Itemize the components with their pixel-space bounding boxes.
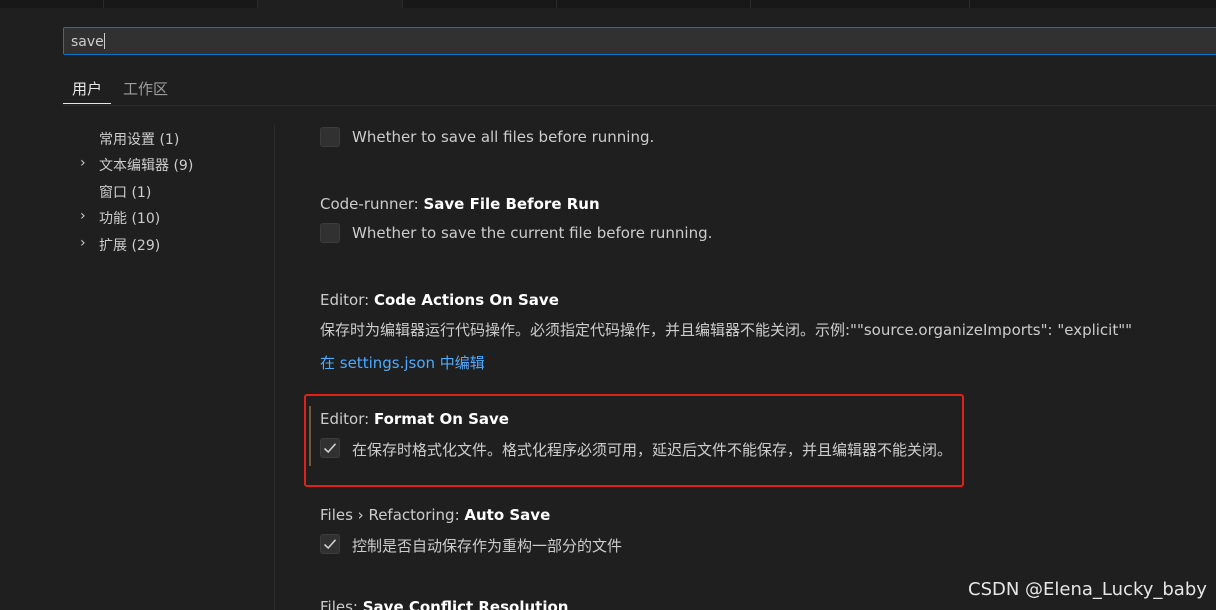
search-input-value[interactable]: save xyxy=(71,33,105,50)
edit-in-settings-json-link[interactable]: 在 settings.json 中编辑 xyxy=(320,352,485,373)
setting-description: Whether to save all files before running… xyxy=(352,128,655,146)
auto-save-checkbox[interactable] xyxy=(320,534,340,554)
setting-name: Auto Save xyxy=(464,506,551,524)
setting-category: Editor: xyxy=(320,291,374,309)
annotation-highlight-box xyxy=(304,394,964,487)
editor-tab-active[interactable] xyxy=(258,0,403,8)
setting-title: Editor: Code Actions On Save xyxy=(320,291,559,309)
active-tab-indicator xyxy=(63,103,111,104)
setting-description: Whether to save the current file before … xyxy=(352,224,713,242)
setting-category: Files: xyxy=(320,598,363,610)
editor-tab[interactable] xyxy=(104,0,258,8)
setting-description: 保存时为编辑器运行代码操作。必须指定代码操作，并且编辑器不能关闭。示例:""so… xyxy=(320,321,1133,339)
toc-item-commonly-used[interactable]: 常用设置 (1) xyxy=(63,127,273,151)
toc-item-label: 功能 (10) xyxy=(99,211,161,227)
chevron-right-icon[interactable]: › xyxy=(80,235,86,251)
setting-category: Files › Refactoring: xyxy=(320,506,465,524)
watermark: CSDN @Elena_Lucky_baby xyxy=(968,579,1207,600)
toc-item-label: 文本编辑器 (9) xyxy=(99,158,194,174)
setting-title: Files › Refactoring: Auto Save xyxy=(320,506,550,524)
editor-tab-strip xyxy=(0,0,1216,8)
save-all-files-checkbox[interactable] xyxy=(320,127,340,147)
chevron-right-icon[interactable]: › xyxy=(80,155,86,171)
toc-item-window[interactable]: 窗口 (1) xyxy=(63,180,273,204)
editor-tab[interactable] xyxy=(751,0,970,8)
setting-title: Files: Save Conflict Resolution xyxy=(320,598,568,610)
toc-item-features[interactable]: › 功能 (10) xyxy=(63,206,273,230)
toc-item-extensions[interactable]: › 扩展 (29) xyxy=(63,233,273,257)
setting-name: Save File Before Run xyxy=(423,195,600,213)
settings-list: Whether to save all files before running… xyxy=(275,106,1216,610)
text-cursor xyxy=(103,33,105,49)
setting-name: Save Conflict Resolution xyxy=(362,598,569,610)
editor-tab[interactable] xyxy=(0,0,104,8)
editor-tab[interactable] xyxy=(970,0,1216,8)
toc-item-label: 常用设置 (1) xyxy=(99,132,180,148)
toc-item-label: 扩展 (29) xyxy=(99,238,161,254)
checkmark-icon xyxy=(323,539,337,550)
settings-search-input[interactable]: save xyxy=(63,27,1216,55)
setting-description: 控制是否自动保存作为重构一部分的文件 xyxy=(352,537,623,555)
tab-user[interactable]: 用户 xyxy=(72,78,102,99)
setting-category: Code-runner: xyxy=(320,195,424,213)
editor-tab[interactable] xyxy=(557,0,751,8)
chevron-right-icon[interactable]: › xyxy=(80,208,86,224)
toc-item-label: 窗口 (1) xyxy=(99,185,152,201)
tab-workspace[interactable]: 工作区 xyxy=(123,78,168,99)
setting-title: Code-runner: Save File Before Run xyxy=(320,195,600,213)
save-file-before-run-checkbox[interactable] xyxy=(320,223,340,243)
setting-name: Code Actions On Save xyxy=(373,291,559,309)
editor-tab[interactable] xyxy=(403,0,557,8)
toc-item-text-editor[interactable]: › 文本编辑器 (9) xyxy=(63,153,273,177)
